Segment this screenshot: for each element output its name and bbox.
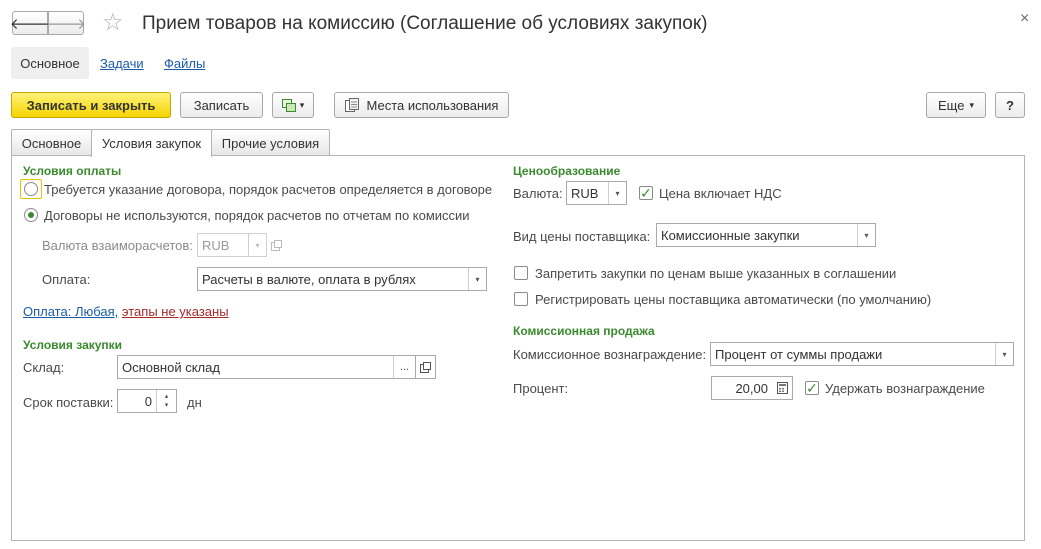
- forbid-higher-prices-label: Запретить закупки по ценам выше указанны…: [535, 266, 897, 281]
- more-button[interactable]: Еще ▾: [926, 92, 986, 118]
- chevron-down-icon: ▾: [468, 268, 486, 290]
- topnav-tasks[interactable]: Задачи: [100, 56, 144, 71]
- usage-places-icon: [344, 98, 359, 112]
- payment-any-link[interactable]: Оплата: Любая,: [23, 304, 118, 319]
- forward-button[interactable]: 🡒: [45, 11, 87, 35]
- pricing-currency-select[interactable]: RUB ▾: [566, 181, 627, 205]
- payment-section-title: Условия оплаты: [23, 164, 122, 178]
- stepper-buttons[interactable]: ▴ ▾: [156, 390, 176, 412]
- pricing-section-title: Ценообразование: [513, 164, 621, 178]
- chevron-down-icon: ▾: [248, 234, 266, 256]
- settlement-currency-field: RUB ▾: [197, 233, 267, 257]
- calculator-button[interactable]: [772, 377, 792, 399]
- commission-reward-label: Комиссионное вознаграждение:: [513, 347, 707, 362]
- percent-value: 20,00: [735, 380, 768, 396]
- radio-contract-required-label: Требуется указание договора, порядок рас…: [44, 182, 493, 197]
- tab-other-conditions[interactable]: Прочие условия: [211, 129, 330, 156]
- create-based-on-icon: [281, 99, 296, 112]
- chevron-down-icon: ▾: [299, 99, 305, 110]
- radio-no-contracts[interactable]: [24, 208, 38, 222]
- save-and-close-label: Записать и закрыть: [26, 97, 156, 113]
- warehouse-field[interactable]: Основной склад ...: [117, 355, 416, 379]
- tab-other-conditions-label: Прочие условия: [221, 135, 320, 151]
- forbid-higher-prices-checkbox[interactable]: [514, 266, 528, 280]
- vat-included-checkbox[interactable]: ✓: [639, 186, 653, 200]
- payment-label: Оплата:: [42, 272, 91, 287]
- tab-purchase-conditions-label: Условия закупок: [101, 136, 202, 151]
- percent-label: Процент:: [513, 381, 569, 396]
- register-prices-label: Регистрировать цены поставщика автоматич…: [535, 292, 932, 307]
- tab-purchase-conditions[interactable]: Условия закупок: [91, 129, 212, 157]
- delivery-term-unit: дн: [187, 395, 202, 410]
- warehouse-label: Склад:: [23, 360, 65, 375]
- vat-included-label: Цена включает НДС: [659, 186, 782, 201]
- payment-select[interactable]: Расчеты в валюте, оплата в рублях ▾: [197, 267, 487, 291]
- withhold-reward-label: Удержать вознаграждение: [825, 381, 985, 396]
- page-title: Прием товаров на комиссию (Соглашение об…: [142, 13, 708, 34]
- payment-value: Расчеты в валюте, оплата в рублях: [202, 271, 416, 287]
- delivery-term-value: 0: [144, 393, 152, 409]
- radio-contract-required[interactable]: [24, 182, 38, 196]
- commission-section-title: Комиссионная продажа: [513, 324, 655, 338]
- arrow-left-icon: 🡐: [9, 15, 51, 33]
- payment-stages-not-set-link[interactable]: этапы не указаны: [122, 304, 229, 319]
- payment-stages-link[interactable]: Оплата: Любая, этапы не указаны: [23, 304, 229, 319]
- more-label: Еще: [938, 97, 965, 113]
- supplier-price-type-value: Комиссионные закупки: [661, 227, 800, 243]
- back-button[interactable]: 🡐: [9, 11, 51, 35]
- delivery-term-label: Срок поставки:: [23, 395, 114, 410]
- tab-main[interactable]: Основное: [11, 129, 92, 156]
- pricing-currency-label: Валюта:: [513, 186, 563, 201]
- purchase-section-title: Условия закупки: [23, 338, 123, 352]
- stepper-down-icon[interactable]: ▾: [165, 401, 169, 410]
- favorite-star-icon[interactable]: ☆: [102, 8, 124, 37]
- help-button[interactable]: ?: [995, 92, 1025, 118]
- percent-field[interactable]: 20,00: [711, 376, 793, 400]
- open-warehouse-button[interactable]: [416, 355, 436, 379]
- save-label: Записать: [193, 97, 250, 113]
- topnav-files[interactable]: Файлы: [164, 56, 205, 71]
- tab-main-label: Основное: [21, 135, 82, 151]
- chevron-down-icon: ▾: [608, 182, 626, 204]
- checkmark-icon: ✓: [806, 380, 818, 396]
- close-icon[interactable]: ×: [1020, 10, 1029, 28]
- settlement-currency-value: RUB: [202, 237, 230, 253]
- open-icon: [420, 361, 431, 373]
- checkmark-icon: ✓: [640, 185, 652, 201]
- usage-places-label: Места использования: [366, 97, 499, 113]
- save-button[interactable]: Записать: [180, 92, 263, 118]
- usage-places-button[interactable]: Места использования: [334, 92, 509, 118]
- warehouse-value: Основной склад: [122, 359, 220, 375]
- supplier-price-type-label: Вид цены поставщика:: [513, 229, 651, 244]
- register-prices-checkbox[interactable]: [514, 292, 528, 306]
- topnav-main[interactable]: Основное: [11, 47, 89, 79]
- chevron-down-icon: ▾: [857, 224, 875, 246]
- settlement-currency-label: Валюта взаиморасчетов:: [42, 238, 193, 253]
- radio-no-contracts-label: Договоры не используются, порядок расчет…: [44, 208, 470, 223]
- topnav-main-label: Основное: [20, 55, 80, 71]
- delivery-term-stepper[interactable]: 0 ▴ ▾: [117, 389, 177, 413]
- arrow-right-icon: 🡒: [45, 15, 87, 33]
- commission-reward-select[interactable]: Процент от суммы продажи ▾: [710, 342, 1014, 366]
- calculator-icon: [776, 382, 788, 394]
- save-and-close-button[interactable]: Записать и закрыть: [11, 92, 171, 118]
- commission-reward-value: Процент от суммы продажи: [715, 346, 883, 362]
- radio-selected-dot: [28, 212, 34, 218]
- chevron-down-icon: ▾: [969, 99, 974, 110]
- create-based-on-button[interactable]: ▾: [272, 92, 314, 118]
- open-icon: [271, 239, 282, 254]
- withhold-reward-checkbox[interactable]: ✓: [805, 381, 819, 395]
- pricing-currency-value: RUB: [571, 185, 599, 201]
- help-label: ?: [1006, 97, 1014, 113]
- supplier-price-type-select[interactable]: Комиссионные закупки ▾: [656, 223, 876, 247]
- ellipsis-button[interactable]: ...: [393, 356, 415, 378]
- chevron-down-icon: ▾: [995, 343, 1013, 365]
- stepper-up-icon[interactable]: ▴: [165, 392, 169, 401]
